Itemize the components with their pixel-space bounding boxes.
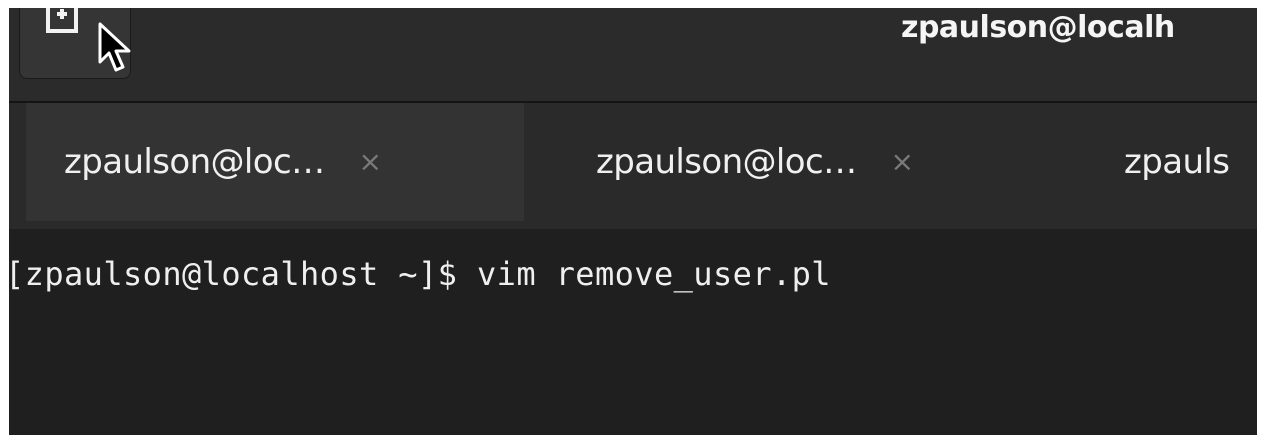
close-icon[interactable]: × [890, 148, 913, 176]
header-bar: zpaulson@localh [9, 8, 1257, 103]
command-line: [zpaulson@localhost ~]$ vim remove_user.… [9, 255, 831, 293]
typed-command: vim remove_user.pl [476, 255, 831, 293]
tab-label: zpaulson@loc… [64, 142, 325, 182]
tab-1[interactable]: zpaulson@loc… × [26, 103, 524, 221]
close-icon[interactable]: × [358, 148, 381, 176]
tab-bar: zpaulson@loc… × zpaulson@loc… × zpauls [9, 103, 1257, 229]
terminal-window: zpaulson@localh zpaulson@loc… × zpaulson… [9, 8, 1257, 435]
terminal-output[interactable]: [zpaulson@localhost ~]$ vim remove_user.… [9, 229, 1257, 435]
tab-2[interactable]: zpaulson@loc… × [524, 103, 1054, 221]
tab-label: zpauls [1124, 142, 1230, 182]
tab-label: zpaulson@loc… [596, 142, 857, 182]
shell-prompt: [zpaulson@localhost ~]$ [9, 255, 477, 293]
tab-3[interactable]: zpauls [1054, 103, 1257, 221]
window-title: zpaulson@localh [901, 10, 1175, 45]
mouse-pointer-icon [98, 22, 131, 72]
new-tab-icon [46, 8, 78, 33]
